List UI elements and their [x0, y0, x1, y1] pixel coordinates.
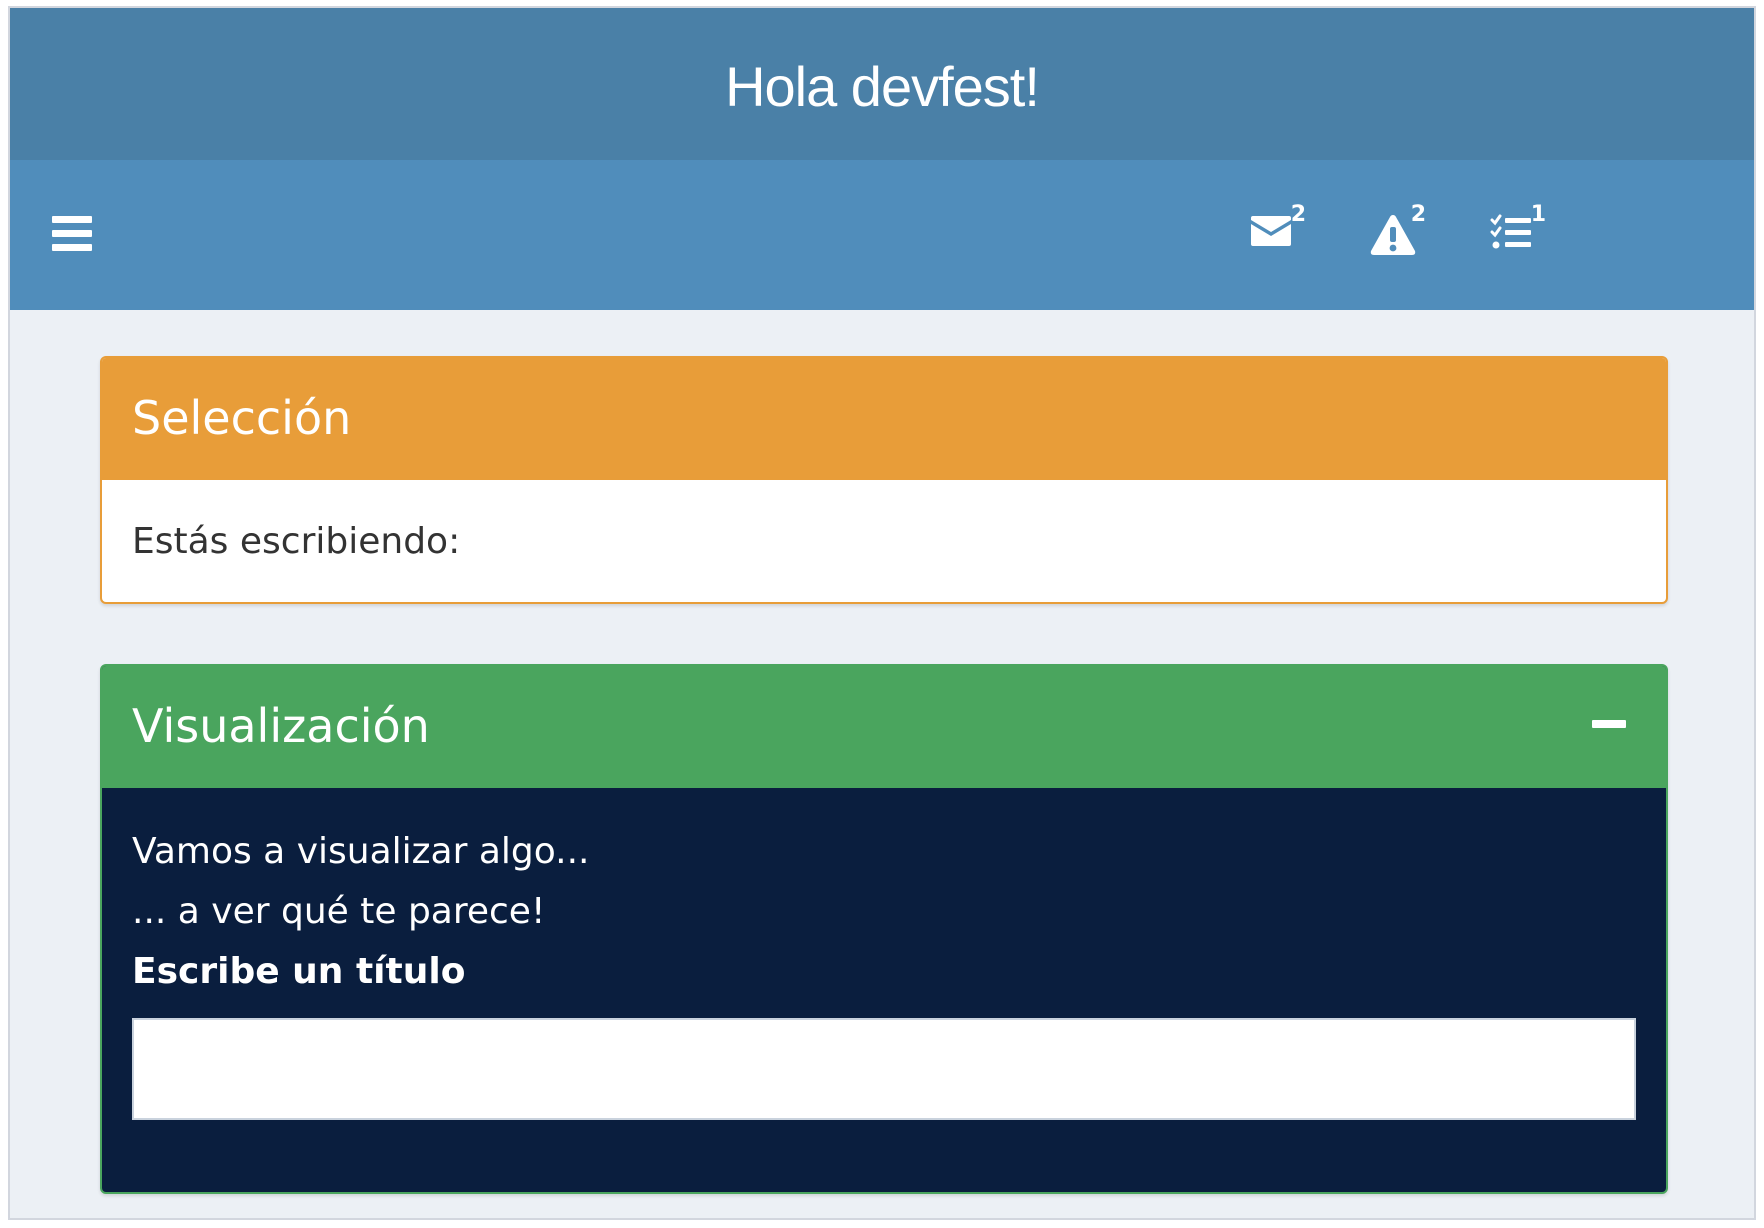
- minus-icon[interactable]: [1592, 720, 1626, 728]
- app-window: Hola devfest! 2 2 1 Selección Estás escr…: [8, 6, 1756, 1220]
- visualization-line-1: Vamos a visualizar algo...: [132, 831, 590, 872]
- visualization-box-title: Visualización: [132, 699, 430, 753]
- title-input-label: Escribe un título: [132, 951, 466, 992]
- notifications-menu[interactable]: 2: [1360, 202, 1430, 268]
- app-title: Hola devfest!: [10, 8, 1754, 160]
- warning-triangle-icon: [1370, 215, 1416, 255]
- messages-menu[interactable]: 2: [1240, 202, 1310, 268]
- selection-text: Estás escribiendo:: [132, 520, 461, 562]
- envelope-icon: [1251, 216, 1291, 246]
- title-input[interactable]: [132, 1018, 1636, 1120]
- selection-box: Selección Estás escribiendo:: [100, 356, 1668, 604]
- visualization-box-header: Visualización: [102, 666, 1666, 788]
- visualization-line-2: ... a ver qué te parece!: [132, 891, 546, 932]
- visualization-box: Visualización Vamos a visualizar algo...…: [100, 664, 1668, 1194]
- selection-box-header: Selección: [102, 358, 1666, 480]
- tasks-count-badge: 1: [1530, 202, 1546, 227]
- selection-box-title: Selección: [132, 391, 352, 445]
- messages-count-badge: 2: [1290, 202, 1306, 227]
- top-navbar: 2 2 1: [10, 160, 1754, 310]
- task-list-icon: [1490, 214, 1531, 249]
- tasks-menu[interactable]: 1: [1480, 202, 1550, 268]
- hamburger-menu-icon[interactable]: [52, 216, 92, 252]
- notifications-count-badge: 2: [1410, 202, 1426, 227]
- visualization-box-body: Vamos a visualizar algo... ... a ver qué…: [102, 788, 1666, 1120]
- selection-box-body: Estás escribiendo:: [102, 480, 1666, 602]
